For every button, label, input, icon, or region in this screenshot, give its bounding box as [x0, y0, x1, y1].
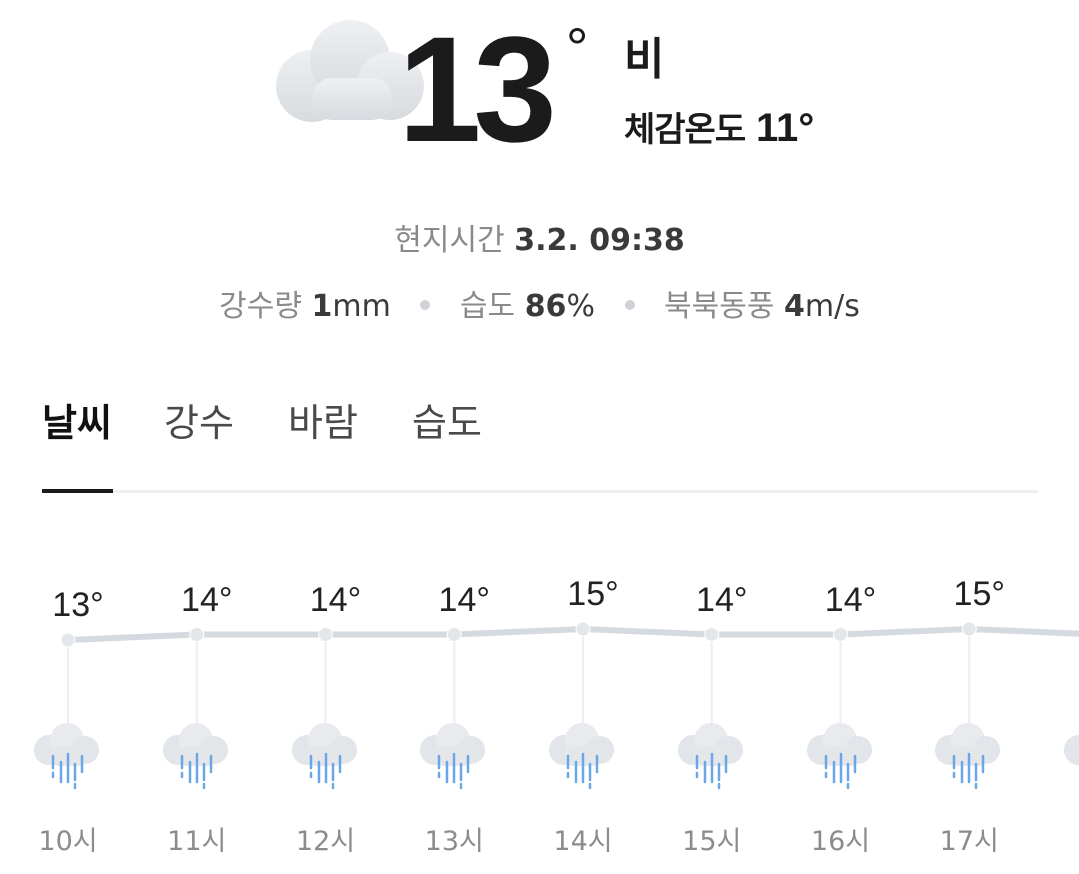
hour-temperature: 14°: [696, 580, 748, 619]
hourly-forecast[interactable]: 13° 10시 14° 11시 14° 12시 14° 13시 15° 14시 14° 15시 14° 1…: [0, 560, 1079, 874]
hour-time: 17시: [939, 826, 999, 857]
hour-temperature: 14°: [824, 580, 877, 619]
feels-like-label: 체감온도: [624, 110, 746, 150]
tab-humidity[interactable]: 습도: [412, 404, 482, 442]
current-temperature: 13: [398, 5, 557, 173]
degree-symbol: °: [566, 16, 589, 79]
feels-like: 체감온도 11°: [624, 108, 814, 148]
rain-cloud-icon: [675, 718, 749, 792]
wind-value: 4: [784, 289, 805, 324]
temperature-point: [833, 627, 848, 642]
temperature-point: [189, 627, 205, 642]
weather-stats: 강수량 1mm 습도 86% 북북동풍 4m/s: [0, 292, 1079, 322]
hour-time: 11시: [167, 826, 227, 857]
hour-time: 10시: [38, 826, 98, 857]
humidity-unit: %: [566, 289, 595, 324]
rain-cloud-icon: [932, 718, 1006, 792]
tab-precipitation[interactable]: 강수: [164, 404, 234, 442]
precip-label: 강수량: [219, 289, 302, 324]
hour-temperature: 13°: [52, 586, 104, 624]
feels-like-value: 11°: [755, 106, 815, 150]
hour-temperature: 15°: [953, 575, 1005, 613]
rain-cloud-icon: [31, 718, 105, 792]
humidity-label: 습도: [459, 289, 516, 324]
temperature-point: [961, 621, 977, 637]
active-tab-indicator: [42, 489, 113, 493]
tab-wind[interactable]: 바람: [288, 404, 358, 442]
local-time: 현지시간 3.2. 09:38: [0, 226, 1079, 256]
temperature-point: [575, 621, 591, 637]
hour-time: 13시: [424, 826, 484, 857]
precip-value: 1: [311, 289, 333, 324]
temperature-line: [67, 626, 1079, 643]
separator-dot: [624, 299, 635, 310]
rain-cloud-icon: [160, 718, 234, 792]
tab-weather[interactable]: 날씨: [42, 404, 112, 442]
rain-cloud-icon: [1061, 718, 1079, 792]
local-time-value: 3.2. 09:38: [514, 223, 685, 258]
wind-label: 북북동풍: [664, 289, 775, 324]
hour-time: 16시: [810, 826, 871, 857]
rain-cloud-icon: [289, 718, 363, 792]
hour-temperature: 14°: [438, 580, 490, 619]
hour-temperature: 14°: [181, 580, 233, 619]
rain-cloud-icon: [804, 718, 878, 792]
hour-temperature: 15°: [567, 575, 619, 613]
temperature-point: [446, 627, 462, 642]
weather-condition: 비: [624, 34, 665, 85]
hour-time: 12시: [295, 826, 356, 857]
wind-unit: m/s: [804, 289, 860, 324]
hour-time: 14시: [553, 826, 613, 857]
temperature-point: [704, 627, 720, 642]
separator-dot: [420, 299, 431, 310]
precip-unit: mm: [332, 289, 391, 324]
rain-cloud-icon: [546, 718, 620, 792]
tab-divider: [42, 490, 1038, 493]
hour-time: 15시: [682, 826, 742, 857]
temperature-point: [318, 627, 333, 642]
hour-temperature: 14°: [309, 580, 362, 619]
hourly-temperature-graph: [60, 621, 1079, 728]
local-time-label: 현지시간: [394, 223, 505, 258]
rain-cloud-icon: [417, 718, 491, 792]
humidity-value: 86: [524, 289, 567, 324]
temperature-point: [60, 632, 76, 648]
